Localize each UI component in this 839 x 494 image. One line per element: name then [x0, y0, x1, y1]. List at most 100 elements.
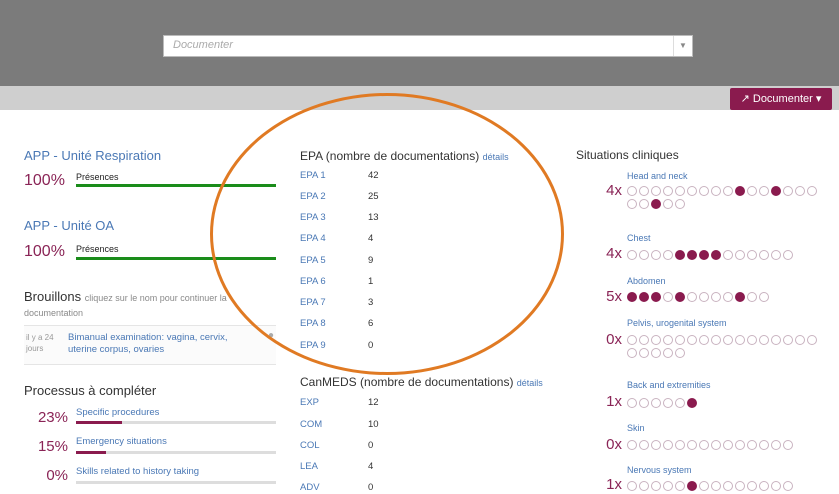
situation-link[interactable]: Chest — [627, 233, 651, 243]
epa-title: EPA (nombre de documentations) — [300, 149, 480, 163]
draft-date: il y a 24 jours — [26, 333, 54, 353]
epa-link[interactable]: EPA 1 — [300, 170, 326, 181]
epa-details-link[interactable]: détails — [483, 152, 509, 162]
situation-dot — [627, 199, 637, 209]
situation-count: 1x — [606, 476, 622, 493]
canmeds-count: 4 — [368, 461, 374, 472]
app-title-oa[interactable]: APP - Unité OA — [24, 218, 114, 233]
situation-dot — [723, 335, 733, 345]
canmeds-count: 0 — [368, 482, 374, 493]
situation-dot — [639, 199, 649, 209]
epa-link[interactable]: EPA 3 — [300, 212, 326, 223]
epa-section-header: EPA (nombre de documentations) détails — [300, 149, 509, 163]
epa-count: 1 — [368, 276, 374, 287]
process-percent: 23% — [37, 409, 68, 426]
presence-bar — [76, 257, 276, 260]
situation-dot — [651, 335, 661, 345]
situation-dot — [627, 335, 637, 345]
draft-item[interactable]: il y a 24 jours Bimanual examination: va… — [24, 325, 276, 365]
situation-dot — [759, 292, 769, 302]
situation-count: 5x — [606, 288, 622, 305]
canmeds-link[interactable]: COL — [300, 440, 320, 451]
sub-header-bar — [0, 86, 839, 110]
epa-link[interactable]: EPA 7 — [300, 297, 326, 308]
situation-dot — [651, 481, 661, 491]
epa-link[interactable]: EPA 9 — [300, 340, 326, 351]
canmeds-link[interactable]: COM — [300, 419, 322, 430]
epa-count: 42 — [368, 170, 379, 181]
documenter-button[interactable]: ↗ Documenter ▾ — [730, 88, 832, 110]
situation-dot — [771, 250, 781, 260]
canmeds-count: 10 — [368, 419, 379, 430]
situation-dot — [699, 292, 709, 302]
situation-dots — [627, 481, 827, 494]
presence-bar — [76, 184, 276, 187]
situation-dot — [627, 440, 637, 450]
situation-dot — [687, 481, 697, 491]
situation-dot — [759, 186, 769, 196]
process-link[interactable]: Skills related to history taking — [76, 466, 199, 477]
situation-link[interactable]: Back and extremities — [627, 380, 711, 390]
delete-icon[interactable]: ● — [268, 330, 274, 341]
situation-count: 0x — [606, 331, 622, 348]
situation-dot — [699, 440, 709, 450]
canmeds-link[interactable]: LEA — [300, 461, 318, 472]
presence-label: Présences — [76, 172, 119, 182]
situation-dots — [627, 250, 827, 263]
app-title-respiration[interactable]: APP - Unité Respiration — [24, 148, 161, 163]
epa-count: 3 — [368, 297, 374, 308]
situation-dot — [663, 335, 673, 345]
situation-dot — [783, 335, 793, 345]
epa-count: 6 — [368, 318, 374, 329]
situation-dot — [699, 481, 709, 491]
process-link[interactable]: Specific procedures — [76, 407, 159, 418]
situation-count: 0x — [606, 436, 622, 453]
situation-count: 1x — [606, 393, 622, 410]
situation-dot — [783, 186, 793, 196]
epa-link[interactable]: EPA 6 — [300, 276, 326, 287]
situation-dots — [627, 335, 827, 361]
situation-dot — [627, 348, 637, 358]
documenter-select[interactable]: Documenter ▼ — [163, 35, 693, 57]
situation-link[interactable]: Head and neck — [627, 171, 688, 181]
draft-link[interactable]: Bimanual examination: vagina, cervix, ut… — [68, 332, 258, 356]
canmeds-link[interactable]: ADV — [300, 482, 320, 493]
epa-link[interactable]: EPA 5 — [300, 255, 326, 266]
situation-link[interactable]: Skin — [627, 423, 645, 433]
process-link[interactable]: Emergency situations — [76, 436, 167, 447]
situation-dot — [687, 292, 697, 302]
situation-dot — [783, 481, 793, 491]
chevron-down-icon[interactable]: ▼ — [673, 36, 692, 56]
situation-dot — [675, 440, 685, 450]
epa-link[interactable]: EPA 2 — [300, 191, 326, 202]
epa-link[interactable]: EPA 8 — [300, 318, 326, 329]
situation-link[interactable]: Abdomen — [627, 276, 666, 286]
situation-dot — [723, 440, 733, 450]
situation-dot — [735, 440, 745, 450]
situation-dot — [783, 440, 793, 450]
app-percent: 100% — [24, 172, 65, 189]
situation-dot — [675, 292, 685, 302]
epa-link[interactable]: EPA 4 — [300, 233, 326, 244]
process-progress-fill — [76, 451, 106, 454]
external-link-icon: ↗ — [740, 93, 750, 105]
situation-dot — [747, 481, 757, 491]
situation-dot — [675, 398, 685, 408]
situation-dot — [759, 440, 769, 450]
situation-link[interactable]: Pelvis, urogenital system — [627, 318, 727, 328]
canmeds-details-link[interactable]: détails — [517, 378, 543, 388]
situation-dot — [759, 481, 769, 491]
canmeds-section-header: CanMEDS (nombre de documentations) détai… — [300, 375, 543, 389]
situation-dot — [627, 398, 637, 408]
situation-dot — [687, 186, 697, 196]
situation-dot — [639, 348, 649, 358]
situation-dot — [687, 398, 697, 408]
situation-link[interactable]: Nervous system — [627, 465, 692, 475]
situation-dot — [771, 186, 781, 196]
canmeds-link[interactable]: EXP — [300, 397, 319, 408]
caret-down-icon: ▾ — [815, 93, 822, 105]
situation-dot — [675, 186, 685, 196]
situation-dot — [639, 186, 649, 196]
situation-dot — [651, 292, 661, 302]
situation-dot — [711, 292, 721, 302]
